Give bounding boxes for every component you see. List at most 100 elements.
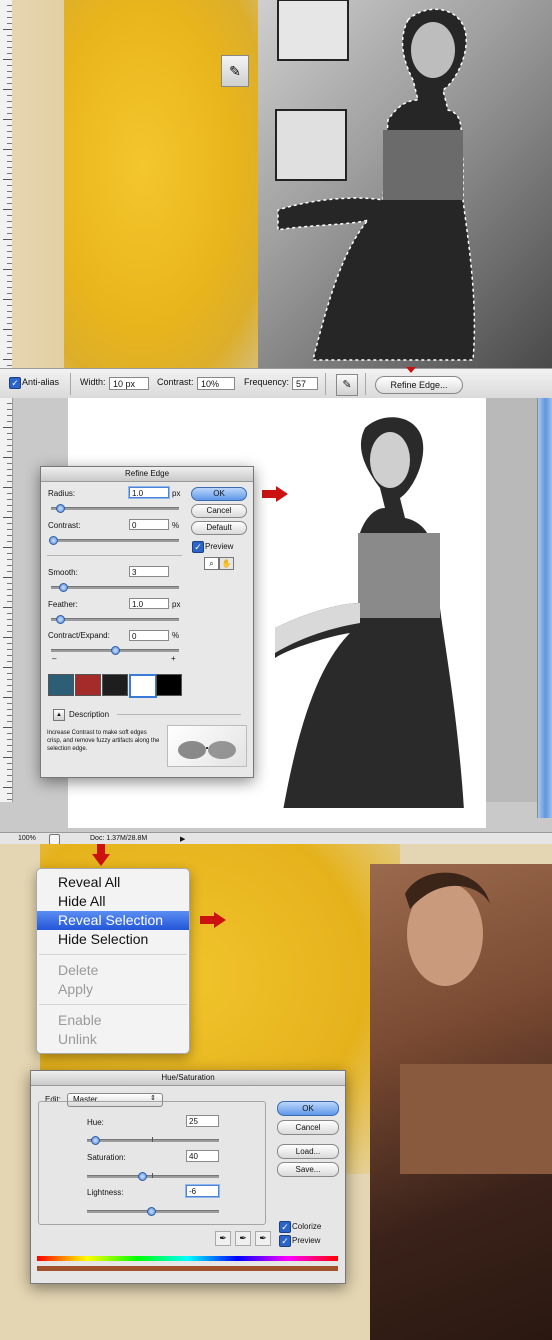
vertical-ruler xyxy=(0,398,13,802)
contract-expand-unit: % xyxy=(172,631,180,640)
frequency-label: Frequency: xyxy=(244,377,290,387)
checkmark-icon: ✓ xyxy=(279,1221,291,1233)
minus-label: – xyxy=(52,654,57,663)
menu-item-hide-selection[interactable]: Hide Selection xyxy=(37,930,189,949)
feather-field[interactable]: 1.0 xyxy=(129,598,169,609)
slider-knob[interactable] xyxy=(111,646,120,655)
ok-button[interactable]: OK xyxy=(277,1101,339,1116)
patterned-blouse xyxy=(358,533,440,618)
quick-mask-view-icon[interactable] xyxy=(75,674,101,696)
contract-expand-field[interactable]: 0 xyxy=(129,630,169,641)
refine-edge-dialog: Refine Edge Radius: 1.0 px Contrast: 0 %… xyxy=(40,466,254,778)
load-button[interactable]: Load... xyxy=(277,1144,339,1159)
saturation-label: Saturation: xyxy=(87,1153,126,1162)
contrast-slider[interactable] xyxy=(49,536,179,545)
white-matte-view-icon[interactable] xyxy=(129,674,157,698)
saturation-slider[interactable] xyxy=(87,1172,219,1181)
cancel-button[interactable]: Cancel xyxy=(191,504,247,518)
eyedropper-plus-icon[interactable]: ✒ xyxy=(235,1231,251,1246)
colorize-label: Colorize xyxy=(292,1222,322,1231)
radius-label: Radius: xyxy=(48,489,76,498)
smooth-field[interactable]: 3 xyxy=(129,566,169,577)
dialog-title: Hue/Saturation xyxy=(31,1071,345,1086)
arrow-down-icon xyxy=(92,844,110,866)
slider-knob[interactable] xyxy=(59,583,68,592)
frequency-field[interactable]: 57 xyxy=(292,377,318,390)
glasses-preview-image xyxy=(167,725,247,767)
canvas-panel-selection: ✎ xyxy=(0,0,552,368)
feather-slider[interactable] xyxy=(51,615,179,624)
checkmark-icon: ✓ xyxy=(279,1235,291,1247)
lightness-slider[interactable] xyxy=(87,1207,219,1216)
smooth-label: Smooth: xyxy=(48,568,78,577)
preview-checkbox[interactable]: ✓ xyxy=(279,1235,291,1247)
spectrum-bar-output xyxy=(37,1266,338,1271)
lock-graphic xyxy=(277,0,349,61)
slider-knob[interactable] xyxy=(147,1207,156,1216)
slider-knob[interactable] xyxy=(56,615,65,624)
saturation-field[interactable]: 40 xyxy=(186,1150,219,1162)
slider-knob[interactable] xyxy=(138,1172,147,1181)
arrow-right-icon xyxy=(262,486,288,502)
width-field[interactable]: 10 px xyxy=(109,377,149,390)
radius-slider[interactable] xyxy=(51,504,179,513)
menu-item-reveal-selection[interactable]: Reveal Selection xyxy=(37,911,189,930)
description-text: Increase Contrast to make soft edges cri… xyxy=(47,730,160,752)
vertical-scrollbar[interactable] xyxy=(537,398,552,818)
spectrum-bar-input xyxy=(37,1256,338,1261)
menu-item-unlink: Unlink xyxy=(58,1031,97,1047)
checkmark-icon: ✓ xyxy=(9,377,21,389)
slider-knob[interactable] xyxy=(91,1136,100,1145)
anti-alias-checkbox[interactable]: ✓ xyxy=(9,377,21,389)
quick-mask-icon[interactable]: ✎ xyxy=(221,55,249,87)
black-matte-view-icon[interactable] xyxy=(102,674,128,696)
hue-slider[interactable] xyxy=(87,1136,219,1145)
standard-view-icon[interactable] xyxy=(48,674,74,696)
preview-checkbox[interactable]: ✓ xyxy=(192,541,204,553)
refine-edge-button[interactable]: Refine Edge... xyxy=(375,376,463,394)
layer-mask-context-menu: Reveal All Hide All Reveal Selection Hid… xyxy=(36,868,190,1054)
contrast-label: Contrast: xyxy=(157,377,194,387)
lock-graphic xyxy=(275,109,347,181)
feather-label: Feather: xyxy=(48,600,78,609)
hand-tool-icon[interactable]: ✋ xyxy=(219,557,234,570)
slider-knob[interactable] xyxy=(49,536,58,545)
face xyxy=(370,432,410,488)
pen-pressure-icon[interactable]: ✎ xyxy=(336,374,358,396)
contract-expand-slider[interactable] xyxy=(51,646,179,655)
smooth-slider[interactable] xyxy=(51,583,179,592)
hue-label: Hue: xyxy=(87,1118,104,1127)
menu-item-hide-all[interactable]: Hide All xyxy=(37,892,189,911)
divider xyxy=(47,555,182,556)
menu-item-delete: Delete xyxy=(58,962,99,978)
hue-field[interactable]: 25 xyxy=(186,1115,219,1127)
radius-field[interactable]: 1.0 xyxy=(129,487,169,498)
colorize-checkbox[interactable]: ✓ xyxy=(279,1221,291,1233)
arrow-down-icon xyxy=(406,367,416,373)
contrast-field[interactable]: 0 xyxy=(129,519,169,530)
slider-knob[interactable] xyxy=(56,504,65,513)
lightness-label: Lightness: xyxy=(87,1188,124,1197)
contrast-field[interactable]: 10% xyxy=(197,377,235,390)
eyedropper-icon[interactable]: ✒ xyxy=(215,1231,231,1246)
plus-label: + xyxy=(171,654,176,663)
arrow-right-icon xyxy=(200,912,226,928)
disclosure-triangle-icon[interactable]: ▲ xyxy=(53,709,65,721)
lightness-field[interactable]: -6 xyxy=(186,1185,219,1197)
hue-saturation-dialog: Hue/Saturation Edit: Master ⇕ Hue: 25 Sa… xyxy=(30,1070,346,1284)
save-button[interactable]: Save... xyxy=(277,1162,339,1177)
menu-item-reveal-all[interactable]: Reveal All xyxy=(37,873,189,892)
ok-button[interactable]: OK xyxy=(191,487,247,501)
mask-view-icon[interactable] xyxy=(156,674,182,696)
zoom-tool-icon[interactable]: ⌕ xyxy=(204,557,219,570)
divider xyxy=(365,373,366,395)
slider-center-tick xyxy=(152,1137,153,1142)
contract-expand-label: Contract/Expand: xyxy=(48,631,110,640)
eyedropper-minus-icon[interactable]: ✒ xyxy=(255,1231,271,1246)
slider-center-tick xyxy=(152,1173,153,1178)
radius-unit: px xyxy=(172,489,181,498)
cancel-button[interactable]: Cancel xyxy=(277,1120,339,1135)
width-label: Width: xyxy=(80,377,106,387)
default-button[interactable]: Default xyxy=(191,521,247,535)
contrast-label: Contrast: xyxy=(48,521,81,530)
